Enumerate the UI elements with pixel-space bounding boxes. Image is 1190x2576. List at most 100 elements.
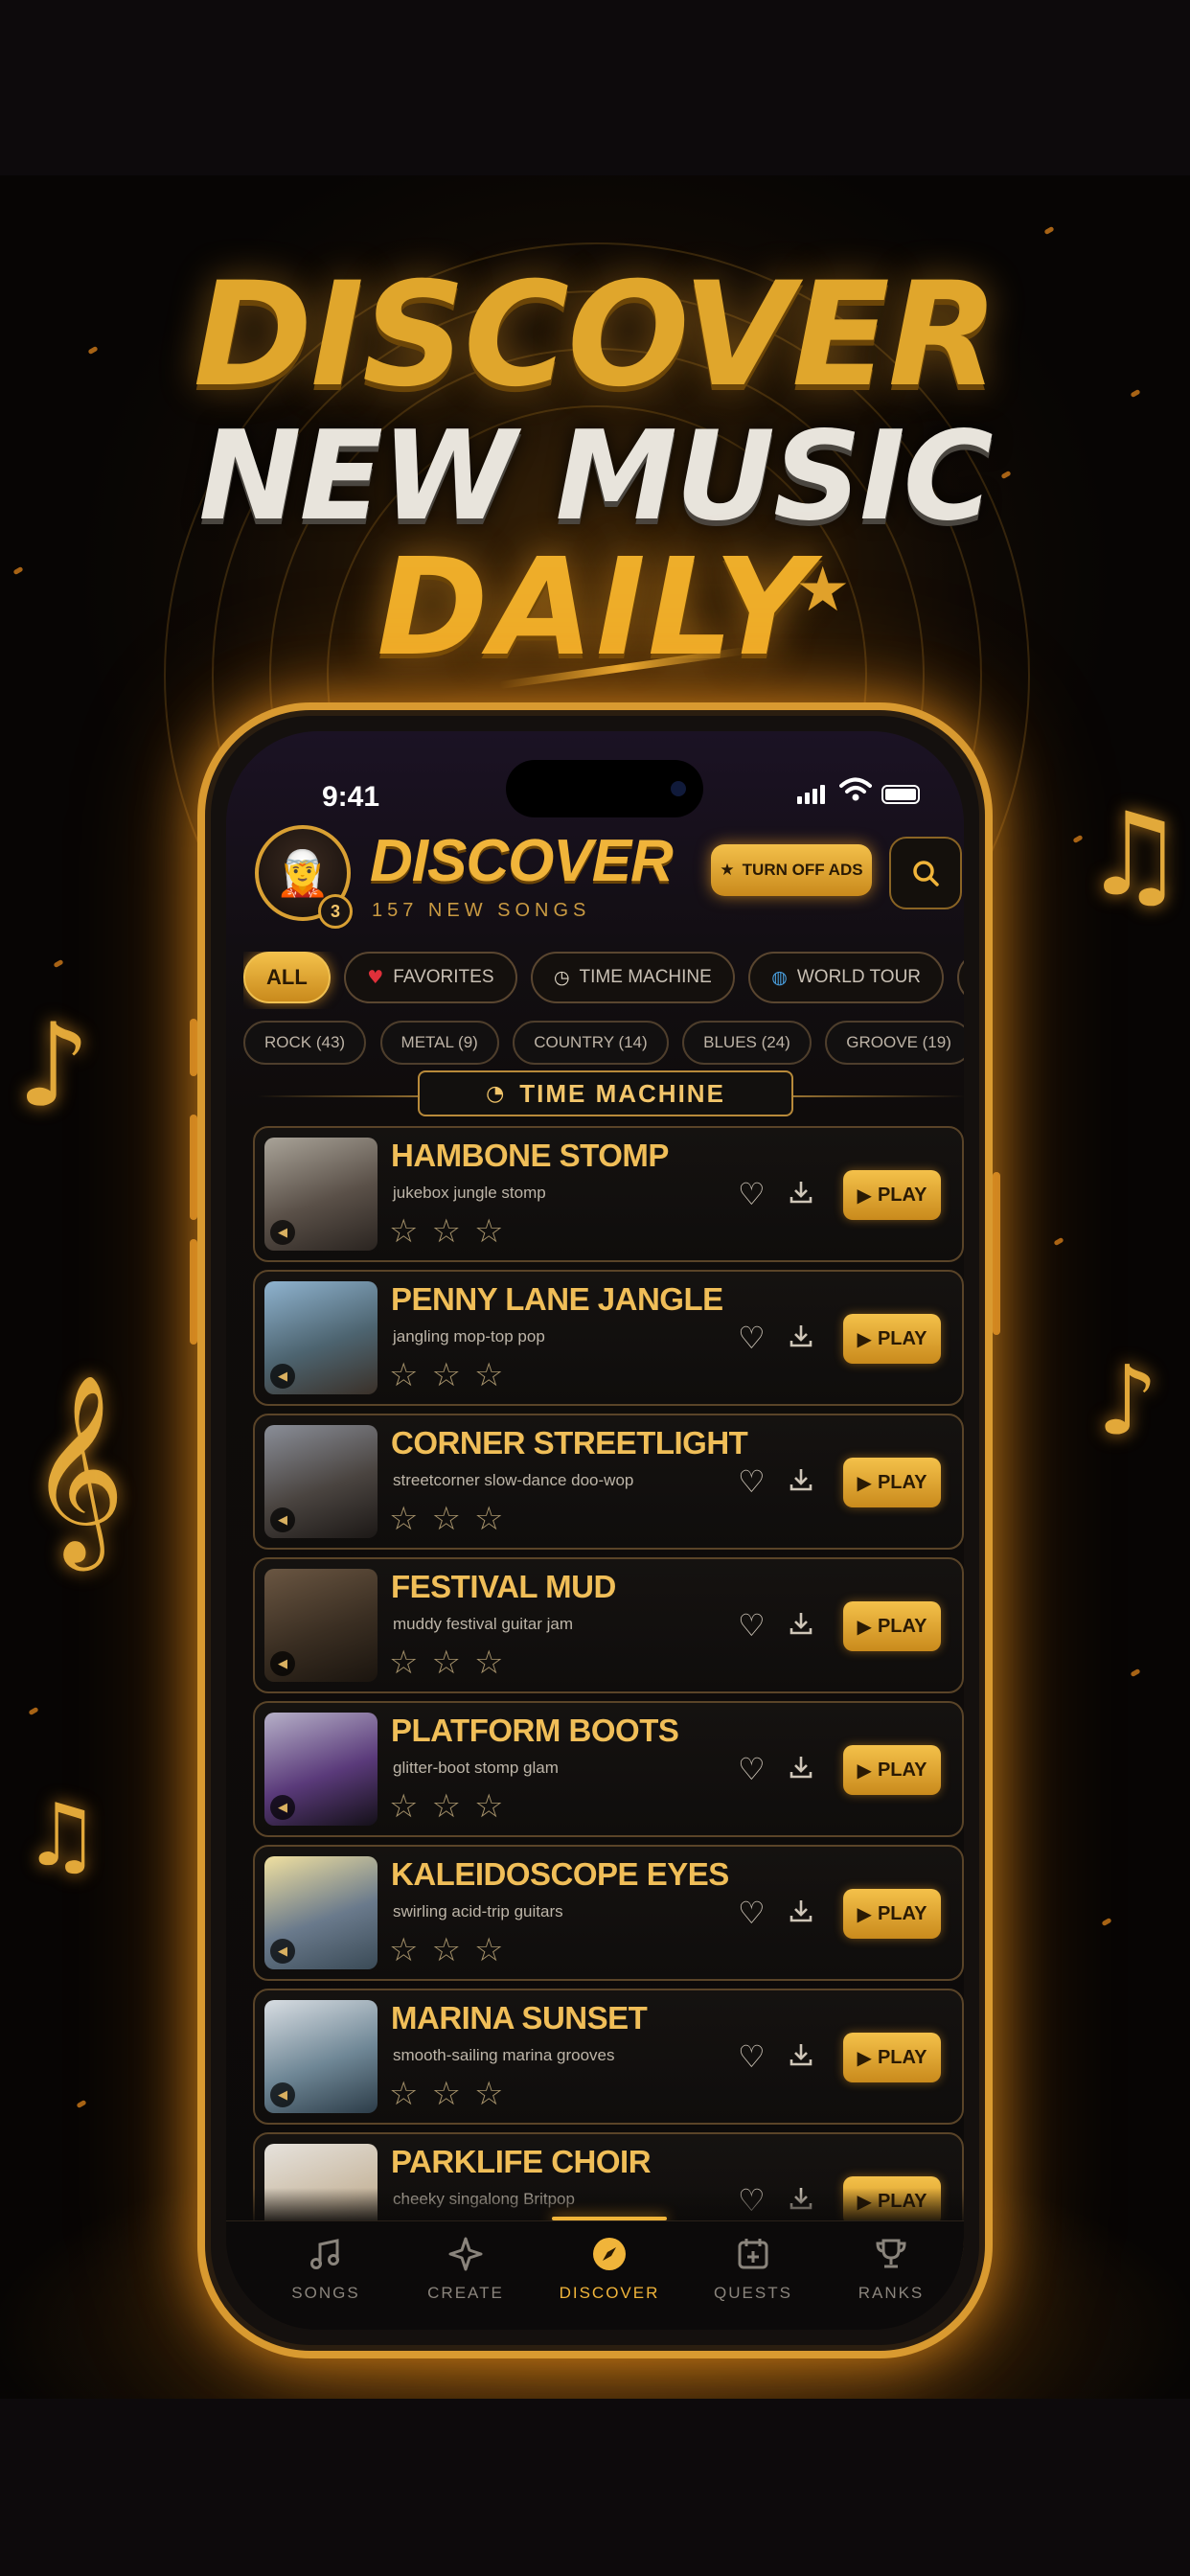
song-list: ◀ HAMBONE STOMP jukebox jungle stomp ☆☆☆ ♡ ▶ P…: [253, 1126, 964, 2276]
favorite-heart-icon[interactable]: ♡: [738, 1176, 766, 1212]
song-title: FESTIVAL MUD: [391, 1569, 616, 1604]
level-badge: 3: [318, 894, 353, 929]
trophy-icon: [876, 2239, 906, 2268]
play-icon: ▶: [857, 1615, 872, 1638]
download-icon[interactable]: [788, 1897, 814, 1930]
download-icon[interactable]: [788, 1609, 814, 1643]
download-icon[interactable]: [788, 2040, 814, 2074]
song-row[interactable]: ◀ KALEIDOSCOPE EYES swirling acid-trip gui…: [253, 1845, 964, 1981]
chip-label: FAVORITES: [393, 967, 494, 987]
song-row[interactable]: ◀ HAMBONE STOMP jukebox jungle stomp ☆☆☆ ♡ ▶ P…: [253, 1126, 964, 1262]
play-button[interactable]: ▶PLAY: [843, 1601, 941, 1651]
play-button[interactable]: ▶PLAY: [843, 1889, 941, 1939]
song-row[interactable]: ◀ PENNY LANE JANGLE jangling mop-top pop ☆☆…: [253, 1270, 964, 1406]
turn-off-ads-button[interactable]: ★ TURN OFF ADS: [711, 844, 872, 896]
tab-label: SONGS: [291, 2284, 360, 2302]
chip-world-tour[interactable]: ◍ WORLD TOUR: [748, 952, 945, 1003]
play-button[interactable]: ▶PLAY: [843, 1314, 941, 1364]
tab-label: QUESTS: [714, 2284, 792, 2302]
headline-line2: NEW MUSIC: [198, 405, 993, 548]
tab-discover[interactable]: DISCOVER: [552, 2235, 667, 2303]
chip-more[interactable]: ▤C: [957, 952, 964, 1003]
genre-chip[interactable]: METAL (9): [379, 1021, 499, 1065]
preview-sound-icon[interactable]: ◀: [270, 1651, 295, 1676]
play-label: PLAY: [877, 1902, 927, 1924]
favorite-heart-icon[interactable]: ♡: [738, 2038, 766, 2075]
phone-side-button: [190, 1239, 197, 1345]
play-icon: ▶: [857, 1471, 872, 1494]
song-row[interactable]: ◀ PLATFORM BOOTS glitter-boot stomp glam ☆☆…: [253, 1701, 964, 1837]
music-note-icon: ♪: [1097, 1345, 1158, 1457]
download-icon[interactable]: [788, 1753, 814, 1786]
song-description: streetcorner slow-dance doo-wop: [393, 1471, 634, 1489]
chip-favorites[interactable]: ♥ FAVORITES: [344, 952, 517, 1003]
phone-frame: 9:41 🧝 3 DISCOVER 157 NEW SONGS ★ TURN O…: [197, 702, 993, 2358]
spark: [53, 958, 64, 969]
calendar-plus-icon: [738, 2239, 768, 2269]
search-button[interactable]: [889, 837, 962, 909]
play-label: PLAY: [877, 1184, 927, 1206]
song-artwork: ◀: [264, 1281, 378, 1394]
preview-sound-icon[interactable]: ◀: [270, 1795, 295, 1820]
song-row[interactable]: ◀ MARINA SUNSET smooth-sailing marina groo…: [253, 1989, 964, 2125]
tab-ranks[interactable]: RANKS: [834, 2235, 949, 2303]
download-icon[interactable]: [788, 1322, 814, 1355]
preview-sound-icon[interactable]: ◀: [270, 1507, 295, 1532]
section-title: TIME MACHINE: [519, 1078, 725, 1108]
genre-chip[interactable]: COUNTRY (14): [513, 1021, 669, 1065]
chip-all[interactable]: ALL: [243, 952, 331, 1003]
tab-songs[interactable]: SONGS: [268, 2235, 383, 2303]
song-row[interactable]: ◀ CORNER STREETLIGHT streetcorner slow-dan…: [253, 1414, 964, 1550]
favorite-heart-icon[interactable]: ♡: [738, 1463, 766, 1500]
genre-chip[interactable]: BLUES (24): [682, 1021, 812, 1065]
music-note-icon: ♫: [1083, 789, 1186, 922]
sparkle-icon: [448, 2237, 483, 2271]
genre-chip[interactable]: GROOVE (19): [825, 1021, 964, 1065]
star-icon: ★: [795, 555, 851, 624]
play-button[interactable]: ▶PLAY: [843, 1170, 941, 1220]
play-label: PLAY: [877, 1759, 927, 1781]
genre-chip[interactable]: ROCK (43): [243, 1021, 367, 1065]
play-label: PLAY: [877, 1471, 927, 1493]
preview-sound-icon[interactable]: ◀: [270, 1364, 295, 1389]
status-bar: 9:41: [226, 731, 964, 817]
song-row[interactable]: ◀ FESTIVAL MUD muddy festival guitar jam ☆☆…: [253, 1557, 964, 1693]
music-note-icon: [310, 2239, 339, 2269]
rating-stars: ☆☆☆: [389, 1644, 517, 1682]
rating-stars: ☆☆☆: [389, 1212, 517, 1251]
song-description: smooth-sailing marina grooves: [393, 2046, 615, 2064]
preview-sound-icon[interactable]: ◀: [270, 1220, 295, 1245]
rating-stars: ☆☆☆: [389, 1931, 517, 1969]
download-icon[interactable]: [788, 1465, 814, 1499]
preview-sound-icon[interactable]: ◀: [270, 1939, 295, 1964]
favorite-heart-icon[interactable]: ♡: [738, 1607, 766, 1644]
favorite-heart-icon[interactable]: ♡: [738, 1751, 766, 1787]
play-icon: ▶: [857, 1327, 872, 1350]
dynamic-island: [506, 760, 703, 817]
clock-icon: ◔: [486, 1081, 507, 1106]
play-icon: ▶: [857, 2046, 872, 2069]
song-description: jukebox jungle stomp: [393, 1184, 546, 1202]
song-title: KALEIDOSCOPE EYES: [391, 1856, 729, 1892]
play-button[interactable]: ▶PLAY: [843, 2033, 941, 2082]
chip-time-machine[interactable]: ◷ TIME MACHINE: [530, 952, 735, 1003]
favorite-heart-icon[interactable]: ♡: [738, 1320, 766, 1356]
headline-line1: DISCOVER: [193, 252, 999, 419]
status-time: 9:41: [322, 781, 380, 813]
preview-sound-icon[interactable]: ◀: [270, 2082, 295, 2107]
tab-label: CREATE: [427, 2284, 504, 2302]
favorite-heart-icon[interactable]: ♡: [738, 1895, 766, 1931]
clock-icon: ◷: [553, 967, 570, 988]
tab-create[interactable]: CREATE: [408, 2235, 523, 2303]
search-icon: [913, 861, 939, 886]
play-button[interactable]: ▶PLAY: [843, 1745, 941, 1795]
play-icon: ▶: [857, 1902, 872, 1925]
song-title: PLATFORM BOOTS: [391, 1713, 679, 1748]
song-title: HAMBONE STOMP: [391, 1138, 669, 1173]
download-icon[interactable]: [788, 1178, 814, 1211]
tab-quests[interactable]: QUESTS: [696, 2235, 811, 2303]
spark: [1101, 1917, 1112, 1927]
play-button[interactable]: ▶PLAY: [843, 1458, 941, 1507]
rating-stars: ☆☆☆: [389, 2075, 517, 2113]
play-label: PLAY: [877, 2046, 927, 2068]
